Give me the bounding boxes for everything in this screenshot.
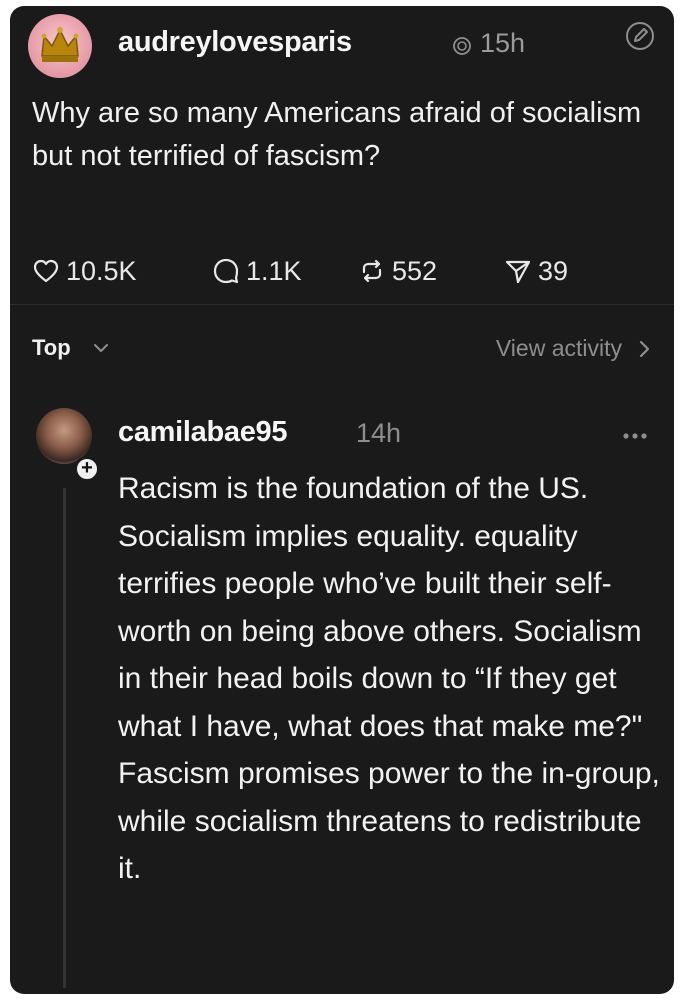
reply-paragraph: Fascism promises power to the in-group, … [118,757,660,885]
post-username[interactable]: audreylovesparis [118,26,352,59]
reply-paragraph: Racism is the foundation of the US. Soci… [118,472,643,743]
repost-button[interactable]: 552 [358,251,437,291]
plus-icon[interactable]: + [74,456,100,482]
heart-icon [33,259,59,283]
reply-timestamp: 14h [356,418,402,448]
reply-text: Racism is the foundation of the US. Soci… [118,465,663,893]
share-count: 39 [538,255,569,286]
sort-row: Top View activity [32,331,652,367]
comment-icon [213,258,239,284]
repost-icon [362,259,382,283]
post-timestamp: 15h [480,28,526,58]
share-icon [505,260,531,284]
share-button[interactable]: 39 [504,251,568,291]
like-button[interactable]: 10.5K [32,251,137,291]
chevron-down-icon[interactable] [92,339,110,357]
chevron-right-icon[interactable] [636,339,652,359]
post-text: Why are so many Americans afraid of soci… [32,97,642,172]
thread-line [63,488,66,988]
edit-icon[interactable] [624,20,656,52]
reply-count: 1.1K [246,255,302,286]
repost-count: 552 [392,255,438,286]
thread-card: audreylovesparis 15h Why are so many Ame… [10,6,674,994]
like-count: 10.5K [66,255,137,286]
sort-dropdown[interactable]: Top [32,335,71,361]
crown-avatar-icon [41,27,79,62]
avatar[interactable] [28,14,92,78]
view-activity-link[interactable]: View activity [496,335,622,362]
post-header: audreylovesparis 15h [28,14,658,78]
verified-icon [453,37,471,55]
reply-button[interactable]: 1.1K [212,251,302,291]
divider [10,304,674,305]
post-stats: 10.5K 1.1K 552 39 [32,251,652,291]
more-icon[interactable] [622,432,648,440]
reply-username[interactable]: camilabae95 [118,416,288,449]
